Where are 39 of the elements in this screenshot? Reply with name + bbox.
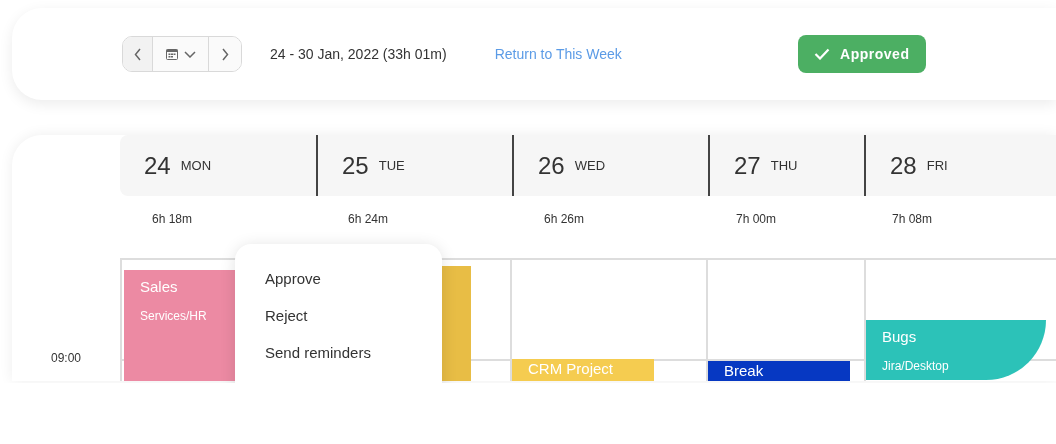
next-week-button[interactable]: [209, 37, 241, 71]
day-total: 6h 24m: [347, 211, 390, 228]
day-total: 6h 26m: [543, 211, 586, 228]
calendar-dropdown-button[interactable]: [153, 37, 209, 71]
time-label: 09:00: [51, 351, 81, 365]
day-number: 27: [734, 151, 761, 180]
day-total: 7h 00m: [735, 211, 778, 228]
day-number: 28: [890, 151, 917, 180]
event-block[interactable]: CRM Project: [512, 359, 654, 381]
event-block[interactable]: Break: [708, 361, 850, 381]
weekday-label: FRI: [926, 158, 948, 173]
menu-item[interactable]: Reject: [265, 307, 308, 324]
day-total: 6h 18m: [151, 211, 194, 228]
weekday-label: MON: [180, 158, 212, 173]
event-title: Sales: [140, 278, 179, 295]
chevron-right-icon: [221, 47, 229, 61]
approved-button[interactable]: Approved: [797, 35, 926, 73]
date-range: 24 - 30 Jan, 2022 (33h 01m): [270, 46, 447, 62]
event-title: CRM Project: [528, 360, 614, 377]
event-title: Bugs: [882, 328, 918, 345]
return-to-this-week-link[interactable]: Return to This Week: [494, 46, 622, 62]
menu-item[interactable]: Send reminders: [265, 344, 371, 361]
weekday-label: THU: [770, 158, 798, 173]
weekday-label: TUE: [378, 158, 405, 173]
event-title: Break: [724, 362, 765, 379]
caret-icon: [183, 50, 196, 58]
day-number: 25: [342, 151, 369, 180]
day-number: 24: [144, 151, 171, 180]
previous-week-button[interactable]: [123, 37, 153, 71]
day-total: 7h 08m: [891, 211, 934, 228]
event-category: Services/HR: [140, 309, 208, 323]
calendar-icon: [165, 48, 178, 60]
weekday-label: WED: [574, 158, 606, 173]
check-icon: [814, 48, 831, 60]
menu-item[interactable]: Approve: [265, 270, 321, 287]
event-category: Jira/Desktop: [882, 359, 950, 373]
chevron-left-icon: [133, 47, 142, 61]
day-number: 26: [538, 151, 565, 180]
event-block[interactable]: Bugs Jira/Desktop: [866, 320, 1046, 380]
